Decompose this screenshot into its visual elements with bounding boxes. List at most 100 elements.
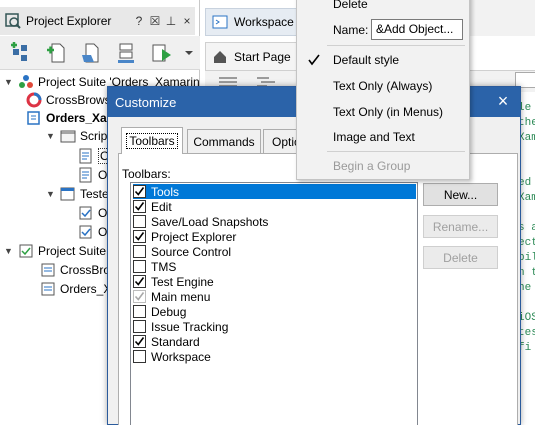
project-explorer-title: Project Explorer [26, 14, 112, 28]
delete-toolbar-button[interactable]: Delete [423, 246, 498, 269]
menu-separator [327, 45, 465, 46]
toolbar-list-item-label: Debug [151, 304, 187, 319]
project-explorer-toolbar [0, 36, 200, 70]
logs-icon [19, 244, 33, 258]
project-explorer-titlebar: Project Explorer ? ☒ ⊥ × [0, 7, 195, 35]
script-file-icon [79, 167, 92, 183]
toolbar-list-item[interactable]: TMS [133, 259, 416, 274]
checkmark-icon [134, 187, 145, 196]
toolbar-list-item[interactable]: Source Control [133, 244, 416, 259]
toolbar-checkbox[interactable] [133, 245, 146, 258]
folder-icon [60, 130, 76, 143]
toolbar-dropdown-button[interactable] [183, 40, 195, 66]
help-icon[interactable]: ? [131, 14, 147, 28]
menu-name-input[interactable]: &Add Object... [371, 19, 463, 40]
dialog-title: Customize [115, 94, 177, 110]
checkmark-icon [134, 277, 145, 286]
menu-item-text-only-always[interactable]: Text Only (Always) [297, 75, 469, 97]
open-folder-icon [82, 43, 99, 62]
add-project-button[interactable] [8, 40, 36, 66]
toolbar-checkbox[interactable] [133, 335, 146, 348]
new-file-icon [47, 43, 65, 62]
start-page-tab-label: Start Page [234, 49, 291, 64]
menu-item-begin-group[interactable]: Begin a Group [297, 155, 469, 177]
toolbar-list-item[interactable]: Issue Tracking [133, 319, 416, 334]
toolbars-caption: Toolbars: [122, 167, 171, 181]
tested-app-icon [79, 225, 92, 239]
start-page-tab[interactable]: Start Page [205, 42, 297, 70]
menu-item-delete[interactable]: Delete [297, 0, 469, 15]
suite-icon [118, 43, 134, 63]
collapse-icon[interactable]: ▼ [46, 189, 56, 199]
toolbar-list-item-label: Issue Tracking [151, 319, 229, 334]
toolbar-list-item[interactable]: Save/Load Snapshots [133, 214, 416, 229]
tab-toolbars[interactable]: Toolbars [121, 127, 183, 154]
toolbar-checkbox[interactable] [133, 305, 146, 318]
menu-name-label: Name: [333, 23, 369, 37]
checkmark-icon [134, 232, 145, 241]
tab-commands-label: Commands [193, 134, 255, 149]
rename-toolbar-button[interactable]: Rename... [423, 215, 498, 238]
toolbar-list-item-label: Main menu [151, 289, 211, 304]
menu-separator [327, 151, 465, 152]
pin-icon[interactable]: ⊥ [163, 14, 179, 28]
menu-item-image-and-text[interactable]: Image and Text [297, 126, 469, 148]
toolbar-checkbox[interactable] [133, 260, 146, 273]
run-icon [152, 44, 171, 61]
workspace-tab[interactable]: Workspace [205, 8, 297, 36]
toolbar-list-item[interactable]: Main menu [133, 289, 416, 304]
toolbar-list-item[interactable]: Tools [133, 184, 416, 199]
tree-item-script[interactable]: ▼ Script [46, 127, 111, 145]
float-icon[interactable]: ☒ [147, 14, 163, 28]
toolbar-list-item[interactable]: Workspace [133, 349, 416, 364]
new-file-button[interactable] [43, 40, 71, 66]
collapse-icon[interactable]: ▼ [46, 131, 56, 141]
tested-app-icon [79, 206, 92, 220]
project-explorer-icon [5, 13, 21, 29]
checkmark-icon [134, 337, 145, 346]
run-project-button[interactable] [148, 40, 176, 66]
dialog-close-button[interactable]: × [494, 92, 512, 110]
toolbar-list-item-label: Tools [151, 184, 180, 199]
tab-commands[interactable]: Commands [187, 129, 261, 153]
toolbar-list-item[interactable]: Project Explorer [133, 229, 416, 244]
new-toolbar-button[interactable]: New... [423, 183, 498, 206]
toolbar-list-item-label: Standard [151, 334, 200, 349]
checkmark-icon [134, 292, 145, 301]
tree-item-label: Orders_Xamarin [46, 111, 116, 125]
workspace-icon [212, 15, 228, 29]
toolbar-list-item-label: Source Control [151, 244, 232, 259]
toolbar-checkbox[interactable] [133, 200, 146, 213]
suite-button[interactable] [113, 40, 141, 66]
toolbar-checkbox[interactable] [133, 185, 146, 198]
open-file-button[interactable] [78, 40, 106, 66]
menu-item-default-style[interactable]: Default style [297, 49, 469, 71]
menu-item-text-only-menus[interactable]: Text Only (in Menus) [297, 101, 469, 123]
workspace-tab-label: Workspace [234, 15, 294, 29]
collapse-icon[interactable]: ▼ [4, 246, 14, 256]
toolbars-list[interactable]: Tools Edit Save/Load Snapshots Project Expl… [130, 182, 418, 425]
project-icon [27, 111, 40, 125]
close-panel-icon[interactable]: × [179, 14, 195, 28]
toolbar-list-item-label: TMS [151, 259, 177, 274]
tab-toolbars-label: Toolbars [126, 133, 178, 149]
toolbar-checkbox[interactable] [133, 230, 146, 243]
toolbar-checkbox[interactable] [133, 350, 146, 363]
toolbar-checkbox[interactable] [133, 275, 146, 288]
tree-item-orders-xamarin[interactable]: Orders_Xamarin [26, 109, 116, 127]
toolbar-checkbox[interactable] [133, 215, 146, 228]
crossbrowser-icon [26, 92, 42, 108]
toolbar-checkbox[interactable] [133, 320, 146, 333]
toolbar-list-item[interactable]: Standard [133, 334, 416, 349]
tested-apps-icon [60, 187, 75, 201]
toolbar-checkbox[interactable] [133, 290, 146, 303]
toolbar-list-item[interactable]: Edit [133, 199, 416, 214]
project-suite-icon [19, 75, 33, 88]
toolbar-list-item[interactable]: Debug [133, 304, 416, 319]
toolbar-list-item-label: Test Engine [151, 274, 214, 289]
toolbar-list-item[interactable]: Test Engine [133, 274, 416, 289]
collapse-icon[interactable]: ▼ [4, 77, 14, 87]
toolbar-list-item-label: Edit [151, 199, 172, 214]
start-page-icon [214, 50, 226, 63]
checkmark-icon [134, 202, 145, 211]
